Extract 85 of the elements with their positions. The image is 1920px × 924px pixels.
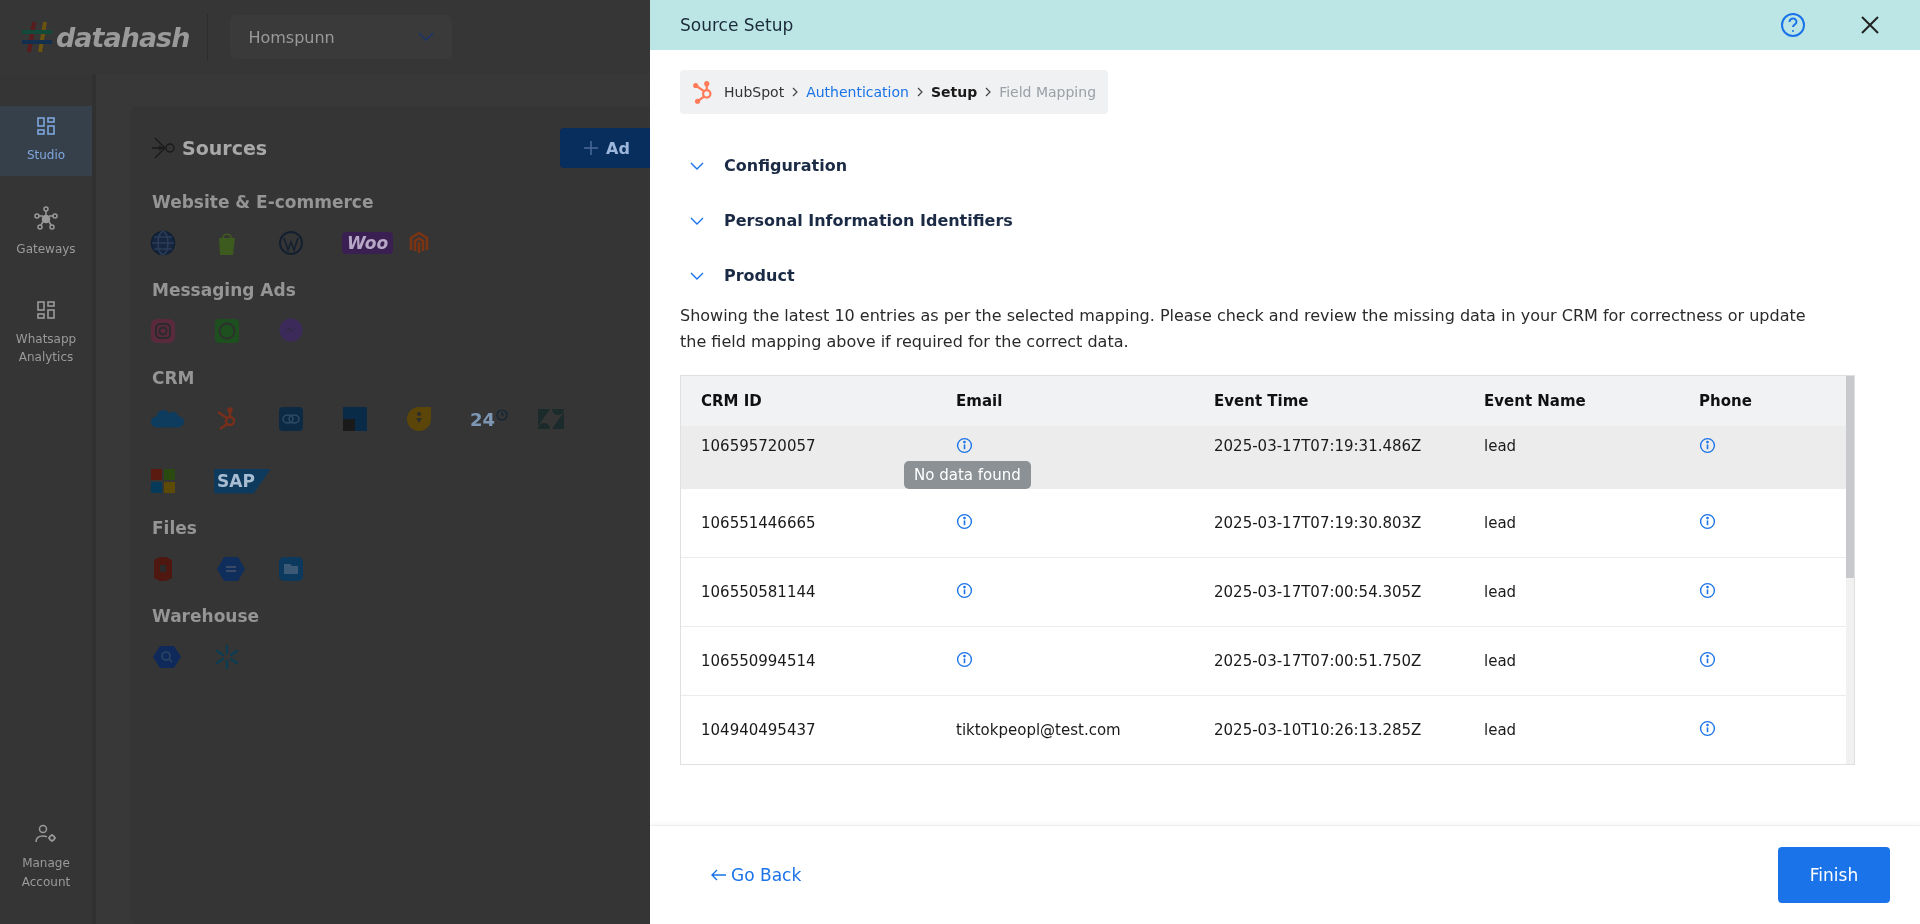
- column-header: Email: [936, 376, 1194, 427]
- table-cell: lead: [1464, 426, 1679, 489]
- info-icon[interactable]: [1699, 719, 1716, 737]
- four-squares-icon[interactable]: [150, 468, 176, 494]
- grid-icon: [36, 300, 56, 320]
- chevron-down-icon: [418, 32, 435, 42]
- table-cell: 106550994514: [681, 626, 936, 696]
- nav-item[interactable]: Whatsapp Analytics: [0, 290, 92, 378]
- table-cell: lead: [1464, 626, 1679, 696]
- column-header: Event Time: [1194, 376, 1464, 427]
- group-heading: Warehouse: [152, 606, 261, 626]
- info-icon[interactable]: [956, 650, 973, 668]
- accordion-header[interactable]: Configuration: [680, 138, 1890, 193]
- description-text: Showing the latest 10 entries as per the selected mapping. Please check and review the missing data in your CRM for correctness or update the field mapping above if required for the correct data.: [680, 305, 1807, 353]
- table-cell: tiktokpeopl@test.com: [936, 695, 1194, 764]
- table-cell: 106551446665: [681, 488, 936, 558]
- chevron-right-icon: [792, 87, 799, 97]
- info-icon[interactable]: [1699, 581, 1716, 599]
- scrollbar[interactable]: [1846, 376, 1854, 764]
- add-button[interactable]: Ad: [560, 128, 650, 168]
- plus-icon: [584, 141, 598, 155]
- breadcrumb-item[interactable]: Authentication: [806, 84, 909, 100]
- page-title: Sources: [182, 137, 268, 159]
- table-cell: 2025-03-17T07:19:30.803Z: [1194, 488, 1464, 558]
- grid-icon: [36, 116, 56, 136]
- info-icon[interactable]: [956, 437, 973, 454]
- scrollbar-thumb[interactable]: [1846, 376, 1854, 578]
- info-icon[interactable]: [956, 581, 973, 599]
- hash-logo-icon: [20, 20, 54, 54]
- table-cell: lead: [1464, 695, 1679, 764]
- help-icon[interactable]: [1780, 12, 1806, 38]
- workspace-dropdown[interactable]: Homspunn: [230, 15, 453, 59]
- breadcrumb-item[interactable]: Field Mapping: [999, 84, 1097, 100]
- table-cell: 2025-03-17T07:00:51.750Z: [1194, 626, 1464, 696]
- column-header: Phone: [1679, 376, 1846, 427]
- accordion-header[interactable]: Product: [680, 248, 1890, 303]
- info-icon[interactable]: [1699, 512, 1716, 530]
- snowflake-icon[interactable]: [214, 644, 240, 670]
- finish-button[interactable]: Finish: [1778, 847, 1890, 903]
- tooltip: No data found: [904, 461, 1031, 489]
- back-link[interactable]: Go Back: [707, 861, 806, 889]
- table-cell: 2025-03-17T07:00:54.305Z: [1194, 557, 1464, 627]
- info-icon[interactable]: [956, 512, 973, 530]
- info-icon[interactable]: [1699, 437, 1716, 454]
- clock-logo[interactable]: 24: [470, 408, 509, 430]
- info-icon[interactable]: [1699, 650, 1716, 668]
- column-header: Event Name: [1464, 376, 1679, 427]
- group-heading: CRM: [152, 368, 196, 388]
- table-cell: 104940495437: [681, 695, 936, 764]
- group-heading: Messaging Ads: [152, 280, 297, 300]
- folder-icon[interactable]: [278, 556, 304, 582]
- table-cell: 2025-03-17T07:19:31.486Z: [1194, 426, 1464, 489]
- user-gear-icon: [34, 823, 58, 844]
- close-icon[interactable]: [1860, 15, 1880, 35]
- globe-icon[interactable]: [150, 230, 176, 256]
- nav-item[interactable]: Studio: [0, 106, 92, 176]
- speech-bubble-logo[interactable]: Woo: [342, 232, 394, 254]
- camera-icon[interactable]: [150, 318, 176, 344]
- column-header: CRM ID: [681, 376, 936, 427]
- group-heading: Files: [152, 518, 198, 538]
- table-cell: lead: [1464, 488, 1679, 558]
- chevron-down-icon: [690, 271, 704, 280]
- hexagon-icon[interactable]: [214, 556, 248, 582]
- network-icon: [34, 206, 58, 230]
- logo-wordmark: datahash: [56, 21, 190, 53]
- chevron-right-icon: [985, 87, 992, 97]
- linked-rings-icon[interactable]: [278, 406, 304, 432]
- breadcrumb-item[interactable]: HubSpot: [724, 84, 785, 100]
- chevron-down-icon: [690, 161, 704, 170]
- nav-item[interactable]: Gateways: [0, 196, 92, 270]
- arrow-left-icon: [711, 869, 727, 881]
- nav-item[interactable]: Manage Account: [0, 813, 92, 904]
- hexagon-search-icon[interactable]: [150, 644, 184, 670]
- breadcrumb-item[interactable]: Setup: [930, 84, 978, 100]
- drawer-title: Source Setup: [680, 15, 794, 35]
- table-cell: 2025-03-10T10:26:13.285Z: [1194, 695, 1464, 764]
- chevron-right-icon: [916, 87, 923, 97]
- accordion-header[interactable]: Personal Information Identifiers: [680, 193, 1890, 248]
- w-circle-icon[interactable]: [278, 230, 304, 256]
- chevron-down-icon: [690, 216, 704, 225]
- table-cell: 106550581144: [681, 557, 936, 627]
- table-cell: lead: [1464, 557, 1679, 627]
- sap-logo[interactable]: SAP: [214, 468, 271, 494]
- square-corner-icon[interactable]: [342, 406, 368, 432]
- group-heading: Website & E-commerce: [152, 192, 375, 212]
